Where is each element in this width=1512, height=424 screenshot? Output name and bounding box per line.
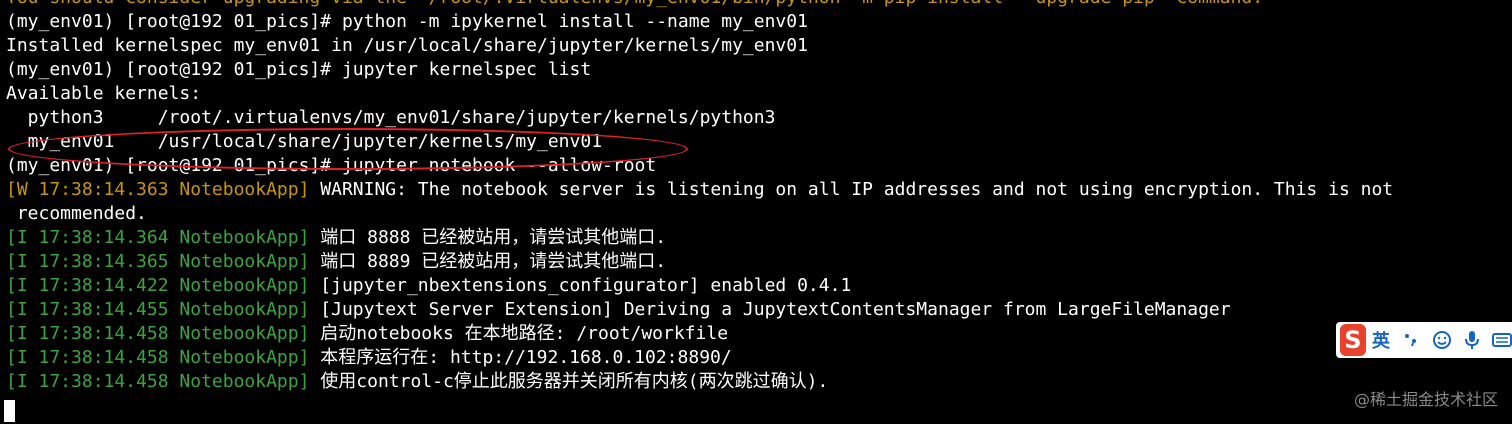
terminal-line: [I 17:38:14.458 NotebookApp] 启动notebooks… [6, 322, 1506, 346]
line-text: recommended. [6, 203, 147, 224]
log-prefix: [I 17:38:14.365 NotebookApp] [6, 251, 310, 272]
ime-toolbar[interactable]: S 英 [1336, 322, 1512, 358]
line-text: [Jupytext Server Extension] Deriving a J… [309, 299, 1231, 320]
terminal-line: [I 17:38:14.455 NotebookApp] [Jupytext S… [6, 298, 1506, 322]
watermark: @稀土掘金技术社区 [1353, 390, 1498, 409]
terminal-line: Available kernels: [6, 82, 1506, 106]
highlight-ellipse [8, 128, 688, 170]
terminal-line: [W 17:38:14.363 NotebookApp] WARNING: Th… [6, 178, 1506, 202]
log-prefix: [I 17:38:14.455 NotebookApp] [6, 299, 310, 320]
line-text: 本程序运行在: http://192.168.0.102:8890/ [309, 347, 732, 368]
log-prefix: [I 17:38:14.364 NotebookApp] [6, 227, 310, 248]
terminal-line: (my_env01) [root@192 01_pics]# jupyter k… [6, 58, 1506, 82]
terminal-line: [I 17:38:14.458 NotebookApp] 使用control-c… [6, 370, 1506, 394]
terminal-line: [I 17:38:14.365 NotebookApp] 端口 8889 已经被… [6, 250, 1506, 274]
terminal-line: python3 /root/.virtualenvs/my_env01/shar… [6, 106, 1506, 130]
emoji-icon[interactable] [1432, 330, 1452, 350]
line-text: WARNING: The notebook server is listenin… [309, 179, 1394, 200]
line-text: 端口 8888 已经被站用，请尝试其他端口. [309, 227, 667, 248]
line-text: [jupyter_nbextensions_configurator] enab… [309, 275, 852, 296]
terminal-output[interactable]: You should consider upgrading via the '/… [6, 0, 1506, 394]
keyboard-icon[interactable] [1492, 330, 1512, 350]
line-text: 使用control-c停止此服务器并关闭所有内核(两次跳过确认). [309, 371, 829, 392]
microphone-icon[interactable] [1464, 330, 1480, 350]
log-prefix: [I 17:38:14.422 NotebookApp] [6, 275, 310, 296]
line-text: 启动notebooks 在本地路径: /root/workfile [309, 323, 729, 344]
line-text: (my_env01) [root@192 01_pics]# jupyter k… [6, 59, 592, 80]
terminal-line: [I 17:38:14.458 NotebookApp] 本程序运行在: htt… [6, 346, 1506, 370]
line-text: You should consider upgrading via the '/… [6, 0, 1263, 8]
terminal-line: recommended. [6, 202, 1506, 226]
line-text: python3 /root/.virtualenvs/my_env01/shar… [6, 107, 776, 128]
log-prefix: [I 17:38:14.458 NotebookApp] [6, 371, 310, 392]
line-text: (my_env01) [root@192 01_pics]# python -m… [6, 11, 808, 32]
line-text: Installed kernelspec my_env01 in /usr/lo… [6, 35, 808, 56]
log-prefix: [W 17:38:14.363 NotebookApp] [6, 179, 310, 200]
line-text: Available kernels: [6, 83, 202, 104]
ime-language-toggle[interactable]: 英 [1372, 327, 1390, 353]
terminal-cursor [4, 400, 15, 422]
terminal-line: (my_env01) [root@192 01_pics]# python -m… [6, 10, 1506, 34]
terminal-line: [I 17:38:14.364 NotebookApp] 端口 8888 已经被… [6, 226, 1506, 250]
log-prefix: [I 17:38:14.458 NotebookApp] [6, 323, 310, 344]
log-prefix: [I 17:38:14.458 NotebookApp] [6, 347, 310, 368]
terminal-line: You should consider upgrading via the '/… [6, 0, 1506, 10]
sogou-logo-icon[interactable]: S [1340, 324, 1366, 356]
terminal-line: Installed kernelspec my_env01 in /usr/lo… [6, 34, 1506, 58]
terminal-line: [I 17:38:14.422 NotebookApp] [jupyter_nb… [6, 274, 1506, 298]
line-text: 端口 8889 已经被站用，请尝试其他端口. [309, 251, 667, 272]
punctuation-icon[interactable] [1402, 330, 1420, 350]
